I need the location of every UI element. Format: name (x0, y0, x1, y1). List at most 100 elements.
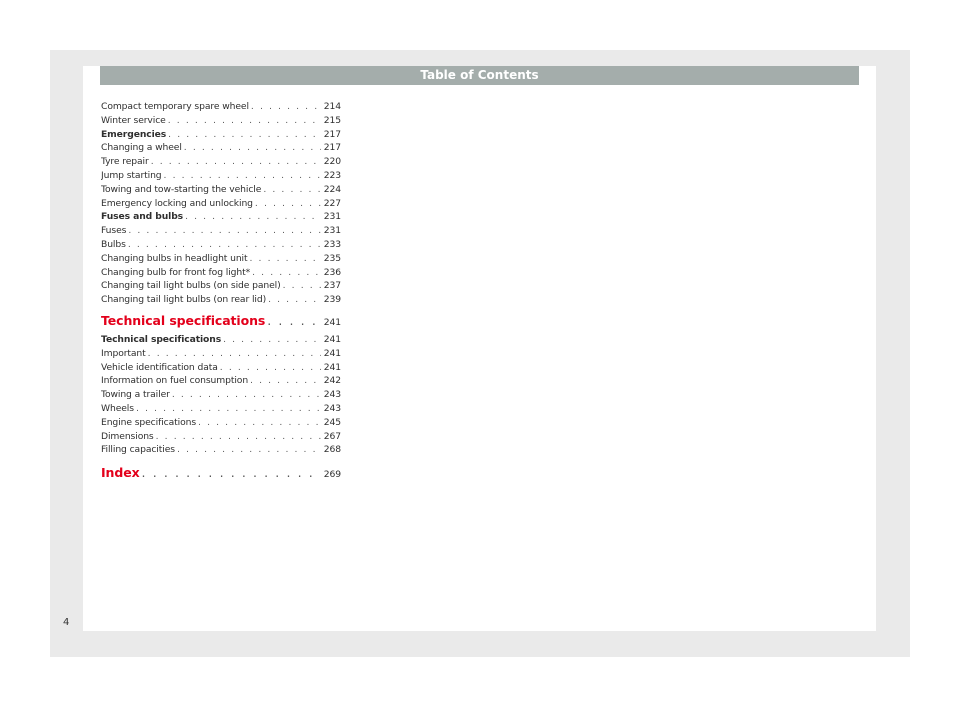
dot-leader (251, 100, 321, 114)
toc-entry-title: Winter service (101, 114, 166, 126)
toc-entry-page: 231 (323, 211, 341, 223)
page-header: Table of Contents (100, 66, 859, 85)
toc-entry-title: Emergency locking and unlocking (101, 197, 253, 209)
toc-entry[interactable]: Towing a trailer 243 (101, 388, 341, 402)
toc-entry-title: Changing tail light bulbs (on side panel… (101, 280, 281, 292)
toc-entry-title: Technical specifications (101, 312, 266, 328)
toc-entry-title: Changing a wheel (101, 142, 182, 154)
toc-entry-title: Emergencies (101, 128, 167, 140)
toc-entry-page: 236 (323, 266, 341, 278)
toc-entry[interactable]: Fuses and bulbs 231 (101, 210, 341, 224)
toc-entry-page: 268 (323, 444, 341, 456)
toc-entry[interactable]: Bulbs 233 (101, 238, 341, 252)
dot-leader (267, 312, 321, 329)
toc-entry-title: Towing and tow-starting the vehicle (101, 183, 262, 195)
toc-entry-title: Engine specifications (101, 416, 197, 428)
dot-leader (151, 155, 321, 169)
toc-entry[interactable]: Wheels 243 (101, 402, 341, 416)
toc-entry-page: 224 (323, 183, 341, 195)
table-of-contents: Compact temporary spare wheel 214 Winter s… (101, 100, 341, 485)
dot-leader (168, 128, 321, 142)
dot-leader (198, 416, 321, 430)
toc-entry[interactable]: Emergency locking and unlocking 227 (101, 197, 341, 211)
toc-entry[interactable]: Winter service 215 (101, 114, 341, 128)
dot-leader (283, 279, 321, 293)
toc-entry-title: Towing a trailer (101, 389, 170, 401)
toc-entry-title: Bulbs (101, 238, 126, 250)
toc-entry[interactable]: Tyre repair 220 (101, 155, 341, 169)
toc-entry-title: Tyre repair (101, 156, 149, 168)
toc-entry-page: 223 (323, 169, 341, 181)
dot-leader (168, 114, 321, 128)
toc-entry-title: Fuses (101, 225, 127, 237)
toc-entry-title: Jump starting (101, 169, 162, 181)
toc-entry[interactable]: Filling capacities 268 (101, 443, 341, 457)
toc-entry-page: 243 (323, 402, 341, 414)
toc-entry-page: 241 (323, 333, 341, 345)
toc-entry-title: Changing bulbs in headlight unit (101, 252, 248, 264)
dot-leader (185, 210, 321, 224)
toc-entry-title: Changing tail light bulbs (on rear lid) (101, 294, 267, 306)
dot-leader (148, 347, 321, 361)
toc-entry[interactable]: Emergencies 217 (101, 128, 341, 142)
dot-leader (223, 333, 321, 347)
dot-leader (136, 402, 321, 416)
toc-entry-title: Important (101, 347, 146, 359)
toc-entry-page: 237 (323, 280, 341, 292)
toc-entry-title: Information on fuel consumption (101, 375, 249, 387)
toc-entry[interactable]: Changing tail light bulbs (on side panel… (101, 279, 341, 293)
toc-entry[interactable]: Jump starting 223 (101, 169, 341, 183)
toc-entry-page: 217 (323, 128, 341, 140)
toc-chapter-entry[interactable]: Technical specifications 241 (101, 312, 341, 331)
toc-entry-page: 233 (323, 238, 341, 250)
toc-entry-page: 267 (323, 430, 341, 442)
dot-leader (255, 197, 321, 211)
toc-entry-page: 227 (323, 197, 341, 209)
toc-entry-page: 239 (323, 294, 341, 306)
toc-entry[interactable]: Dimensions 267 (101, 430, 341, 444)
toc-entry[interactable]: Towing and tow-starting the vehicle 224 (101, 183, 341, 197)
dot-leader (128, 238, 321, 252)
dot-leader (252, 266, 321, 280)
toc-entry-title: Wheels (101, 402, 134, 414)
toc-entry-page: 269 (323, 469, 341, 481)
toc-chapter-entry[interactable]: Index 269 (101, 464, 341, 483)
toc-entry[interactable]: Fuses 231 (101, 224, 341, 238)
toc-entry[interactable]: Information on fuel consumption 242 (101, 374, 341, 388)
toc-entry-page: 215 (323, 114, 341, 126)
toc-entry[interactable]: Vehicle identification data 241 (101, 361, 341, 375)
toc-entry-title: Vehicle identification data (101, 361, 218, 373)
toc-entry-title: Filling capacities (101, 444, 175, 456)
dot-leader (220, 361, 321, 375)
toc-entry-page: 242 (323, 375, 341, 387)
toc-entry-title: Fuses and bulbs (101, 211, 184, 223)
dot-leader (142, 464, 321, 481)
toc-entry-page: 243 (323, 389, 341, 401)
dot-leader (268, 293, 321, 307)
toc-entry-page: 241 (323, 347, 341, 359)
toc-entry-page: 217 (323, 142, 341, 154)
dot-leader (250, 374, 321, 388)
toc-entry-page: 241 (323, 316, 341, 328)
toc-entry[interactable]: Changing tail light bulbs (on rear lid) 2… (101, 293, 341, 307)
toc-entry[interactable]: Changing a wheel 217 (101, 141, 341, 155)
toc-entry-title: Index (101, 465, 140, 481)
toc-entry-title: Technical specifications (101, 333, 222, 345)
toc-entry[interactable]: Compact temporary spare wheel 214 (101, 100, 341, 114)
dot-leader (164, 169, 321, 183)
dot-leader (177, 443, 321, 457)
dot-leader (128, 224, 321, 238)
page-title: Table of Contents (420, 68, 539, 82)
toc-entry[interactable]: Changing bulbs in headlight unit 235 (101, 252, 341, 266)
toc-entry-title: Dimensions (101, 430, 154, 442)
dot-leader (250, 252, 321, 266)
toc-entry-title: Compact temporary spare wheel (101, 101, 249, 112)
toc-entry[interactable]: Changing bulb for front fog light* 236 (101, 266, 341, 280)
toc-entry-page: 235 (323, 252, 341, 264)
toc-entry-page: 214 (323, 101, 341, 112)
toc-entry[interactable]: Important 241 (101, 347, 341, 361)
toc-entry-page: 220 (323, 156, 341, 168)
dot-leader (172, 388, 321, 402)
toc-entry[interactable]: Technical specifications 241 (101, 333, 341, 347)
toc-entry[interactable]: Engine specifications 245 (101, 416, 341, 430)
